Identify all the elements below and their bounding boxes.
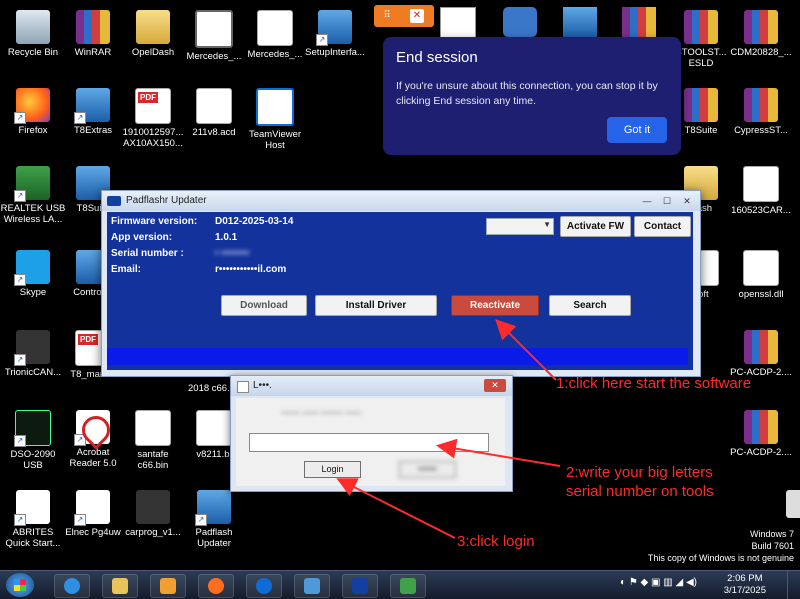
teamviewer-tab-icon[interactable] [786, 490, 800, 518]
watermark-line1: Windows 7 [749, 529, 794, 539]
watermark-line2: Build 7601 [751, 541, 794, 551]
arrow-step2 [436, 438, 561, 467]
show-desktop-button[interactable] [787, 571, 800, 599]
teamviewer-icon [256, 578, 272, 594]
folder-icon [112, 578, 128, 594]
taskbar-firefox[interactable] [198, 574, 234, 598]
system-tray[interactable]: ◐ ⚑ ◆ ▣ ▥ ◢ ◀) [620, 577, 697, 588]
annotation-step3: 3:click login [457, 533, 535, 550]
taskbar: ◐ ⚑ ◆ ▣ ▥ ◢ ◀) 2:06 PM 3/17/2025 [0, 570, 800, 599]
taskbar-padflash[interactable] [342, 574, 378, 598]
start-button[interactable] [6, 573, 34, 597]
clock-date: 3/17/2025 [723, 585, 766, 596]
taskbar-media[interactable] [150, 574, 186, 598]
arrow-step3 [336, 478, 456, 539]
annotation-step2: 2:write your big letters serial number o… [566, 464, 714, 500]
taskbar-control-panel[interactable] [294, 574, 330, 598]
media-player-icon [160, 578, 176, 594]
watermark-line3: This copy of Windows is not genuine [647, 553, 794, 563]
firefox-icon [208, 578, 224, 594]
taskbar-ie[interactable] [54, 574, 90, 598]
taskbar-explorer[interactable] [102, 574, 138, 598]
annotation-step1: 1:click here start the software [556, 375, 752, 392]
padflash-icon [352, 578, 368, 594]
internet-explorer-icon [64, 578, 80, 594]
arrow-step1 [495, 319, 557, 381]
windows-watermark: Windows 7 Build 7601 This copy of Window… [648, 528, 794, 564]
control-panel-icon [304, 578, 320, 594]
annotation-arrows [336, 319, 561, 539]
taskbar-tool[interactable] [390, 574, 426, 598]
chip-tool-icon [400, 578, 416, 594]
clock[interactable]: 2:06 PM 3/17/2025 [724, 573, 766, 597]
taskbar-teamviewer[interactable] [246, 574, 282, 598]
clock-time: 2:06 PM [727, 573, 763, 584]
